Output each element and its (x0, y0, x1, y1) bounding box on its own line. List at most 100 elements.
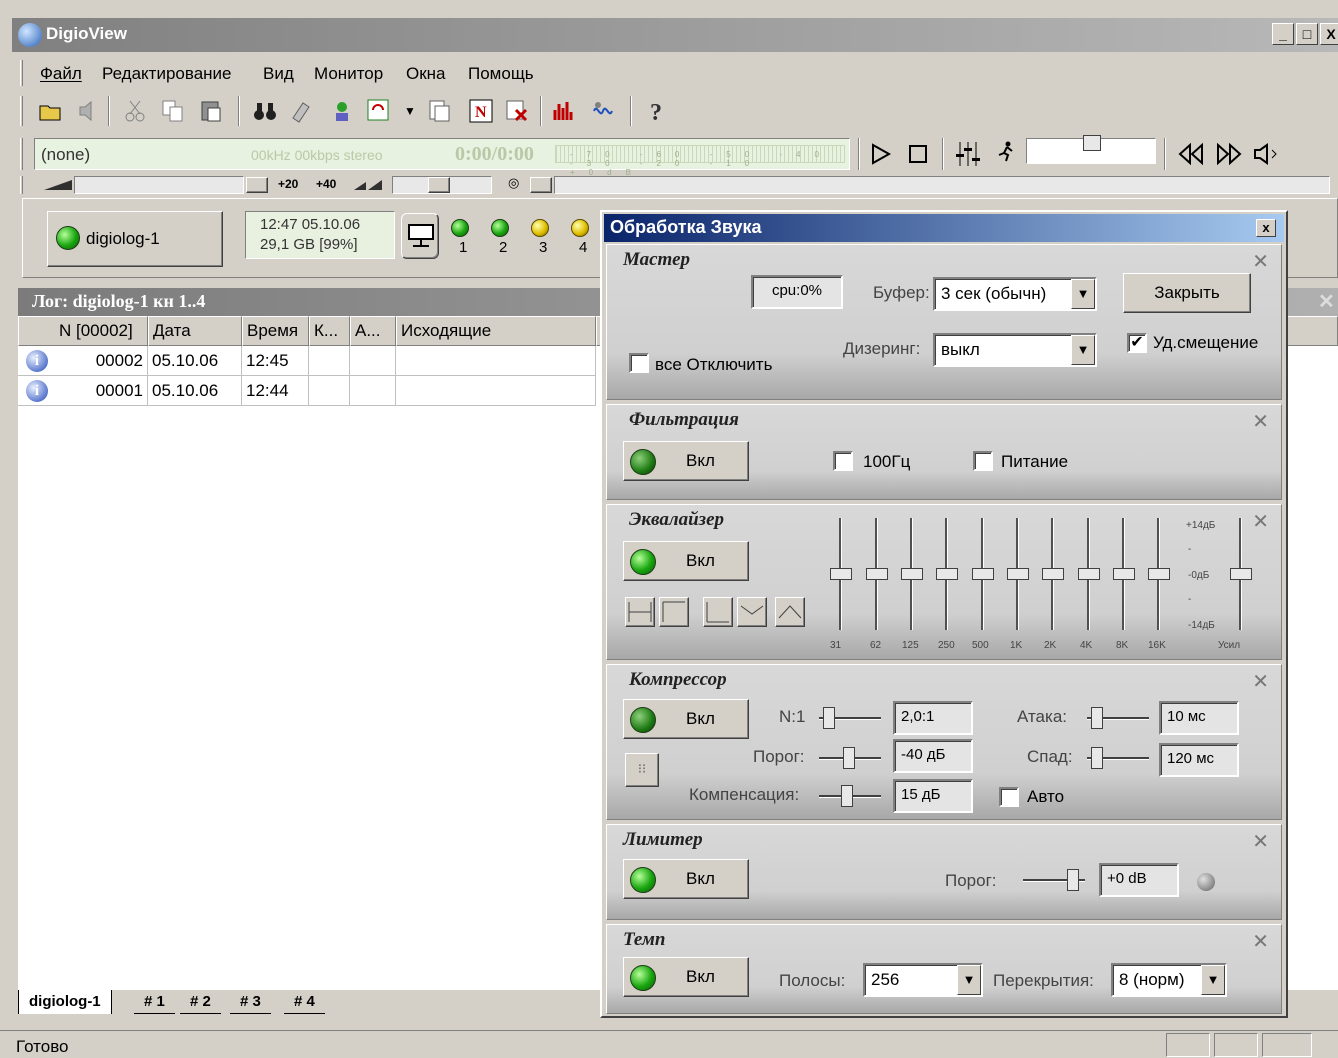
channel-4-led-icon[interactable] (571, 219, 589, 237)
position-track[interactable] (74, 176, 244, 194)
speed-runner-icon[interactable] (996, 140, 1018, 162)
n-icon[interactable]: N (468, 98, 494, 124)
replace-icon[interactable] (288, 98, 314, 124)
document-icon[interactable] (426, 98, 452, 124)
find-binoculars-icon[interactable] (252, 98, 278, 124)
stop-icon[interactable] (906, 142, 930, 166)
tempo-on-button[interactable]: Вкл (623, 957, 749, 997)
filter-on-button[interactable]: Вкл (623, 441, 749, 481)
menu-windows[interactable]: Окна (406, 64, 446, 84)
audio-levels-icon[interactable] (552, 98, 578, 124)
channel-1-label: 1 (459, 239, 468, 256)
channel-2-led-icon[interactable] (491, 219, 509, 237)
attack-slider[interactable] (1087, 707, 1149, 729)
pitch-track[interactable] (554, 176, 1330, 194)
col-date[interactable]: Дата (148, 316, 242, 346)
col-a[interactable]: А... (350, 316, 396, 346)
dither-select[interactable]: выкл ▼ (933, 333, 1097, 367)
equalizer-on-button[interactable]: Вкл (623, 541, 749, 581)
channel-1-led-icon[interactable] (451, 219, 469, 237)
preset-high-icon[interactable] (659, 597, 689, 627)
release-slider[interactable] (1087, 747, 1149, 769)
minimize-button[interactable]: _ (1272, 23, 1294, 45)
tab-2[interactable]: # 2 (180, 990, 221, 1014)
speaker-icon[interactable] (76, 98, 102, 124)
overlap-select[interactable]: 8 (норм) ▼ (1111, 963, 1227, 997)
play-icon[interactable] (870, 142, 892, 166)
close-button[interactable]: X (1320, 23, 1338, 45)
position-thumb[interactable] (246, 177, 268, 193)
pitch-thumb[interactable] (530, 177, 552, 193)
chevron-down-icon[interactable]: ▼ (1071, 335, 1095, 365)
chevron-down-icon[interactable]: ▼ (1071, 279, 1095, 309)
menu-edit[interactable]: Редактирование (102, 64, 232, 84)
copy-icon[interactable] (160, 98, 186, 124)
help-icon[interactable]: ? (644, 98, 670, 124)
threshold-slider[interactable] (819, 747, 881, 769)
device-button[interactable]: digiolog-1 (47, 211, 223, 267)
cut-icon[interactable] (122, 98, 148, 124)
loop-speaker-icon[interactable] (1252, 142, 1282, 166)
col-k[interactable]: К... (309, 316, 350, 346)
compressor-grid-icon[interactable]: ⁝⁝ (625, 753, 659, 787)
dropdown-arrow-icon[interactable]: ▼ (404, 104, 416, 118)
auto-checkbox[interactable] (999, 787, 1019, 807)
section-close-icon[interactable]: ✕ (1252, 929, 1269, 954)
ratio-slider[interactable] (819, 707, 881, 729)
hz100-checkbox[interactable] (833, 451, 853, 471)
limiter-threshold-slider[interactable] (1023, 869, 1085, 891)
limiter-on-button[interactable]: Вкл (623, 859, 749, 899)
rewind-icon[interactable] (1176, 142, 1206, 166)
col-number[interactable]: N [00002] (18, 316, 148, 346)
dc-offset-checkbox[interactable]: ✔ (1127, 333, 1147, 353)
volume-thumb[interactable] (1083, 135, 1101, 151)
col-outgoing[interactable]: Исходящие (396, 316, 596, 346)
channel-3-led-icon[interactable] (531, 219, 549, 237)
record-user-icon[interactable] (330, 98, 356, 124)
position-grip (20, 176, 23, 194)
close-dialog-button[interactable]: Закрыть (1123, 273, 1251, 313)
log-close-icon[interactable]: ✕ (1318, 289, 1335, 314)
tab-digiolog-1[interactable]: digiolog-1 (18, 990, 112, 1014)
status-pane (1166, 1033, 1210, 1057)
eq-band-label: 500 (972, 640, 989, 651)
balance-thumb[interactable] (428, 177, 450, 193)
all-off-checkbox[interactable] (629, 353, 649, 373)
tab-1[interactable]: # 1 (134, 990, 175, 1014)
compressor-on-button[interactable]: Вкл (623, 699, 749, 739)
section-close-icon[interactable]: ✕ (1252, 249, 1269, 274)
row-date: 05.10.06 (148, 346, 242, 376)
open-folder-icon[interactable] (38, 98, 64, 124)
makeup-slider[interactable] (819, 785, 881, 807)
preset-flat-icon[interactable] (625, 597, 655, 627)
preset-valley-icon[interactable] (737, 597, 767, 627)
settings-wave-icon[interactable] (592, 98, 618, 124)
tab-3[interactable]: # 3 (230, 990, 271, 1014)
delete-document-icon[interactable] (504, 98, 530, 124)
power-checkbox[interactable] (973, 451, 993, 471)
bands-select[interactable]: 256 ▼ (863, 963, 983, 997)
preset-peak-icon[interactable] (775, 597, 805, 627)
col-time[interactable]: Время (242, 316, 309, 346)
volume-slider[interactable] (1026, 135, 1156, 164)
equalizer-icon[interactable] (954, 140, 982, 168)
menu-help[interactable]: Помощь (468, 64, 534, 84)
buffer-select[interactable]: 3 сек (обычн) ▼ (933, 277, 1097, 311)
menu-view[interactable]: Вид (263, 64, 294, 84)
monitor-button[interactable] (401, 213, 439, 259)
chevron-down-icon[interactable]: ▼ (957, 965, 981, 995)
refresh-icon[interactable] (366, 98, 392, 124)
section-close-icon[interactable]: ✕ (1252, 829, 1269, 854)
section-close-icon[interactable]: ✕ (1252, 409, 1269, 434)
dialog-close-button[interactable]: x (1256, 219, 1276, 237)
maximize-button[interactable]: □ (1296, 23, 1318, 45)
preset-low-icon[interactable] (703, 597, 733, 627)
fast-forward-icon[interactable] (1214, 142, 1244, 166)
tab-4[interactable]: # 4 (284, 990, 325, 1014)
section-close-icon[interactable]: ✕ (1252, 669, 1269, 694)
menu-file[interactable]: Файл (40, 64, 82, 84)
paste-icon[interactable] (198, 98, 224, 124)
section-close-icon[interactable]: ✕ (1252, 509, 1269, 534)
menu-monitor[interactable]: Монитор (314, 64, 383, 84)
chevron-down-icon[interactable]: ▼ (1201, 965, 1225, 995)
